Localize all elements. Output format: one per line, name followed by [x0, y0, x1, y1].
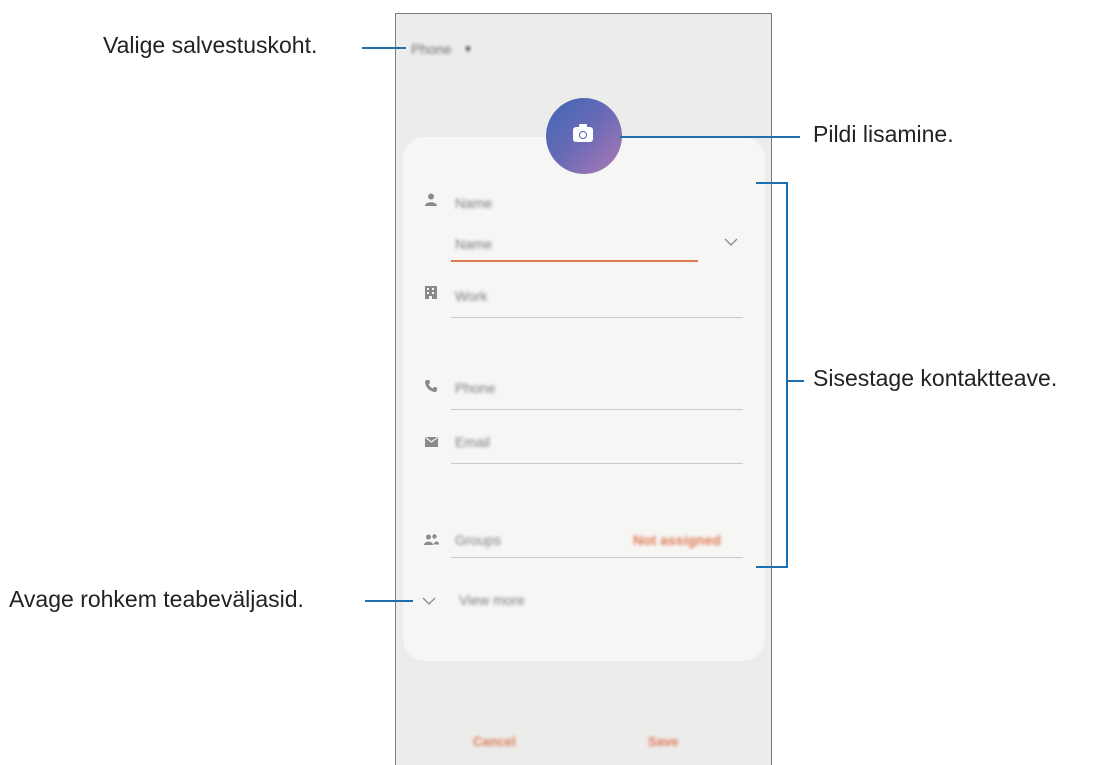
name-input-underline — [451, 260, 698, 262]
work-underline — [451, 317, 743, 318]
bracket-top — [756, 182, 788, 184]
building-icon — [425, 286, 437, 302]
phone-field[interactable]: Phone — [455, 380, 495, 396]
callout-picture: Pildi lisamine. — [813, 121, 954, 147]
email-icon — [425, 435, 438, 450]
callout-line-more-fields — [365, 600, 413, 602]
phone-screen: Phone ▼ Name Name Work Phone Email Group… — [395, 13, 772, 765]
bracket-bottom — [756, 566, 788, 568]
groups-icon — [424, 533, 439, 548]
save-button[interactable]: Save — [648, 734, 678, 749]
cancel-button[interactable]: Cancel — [473, 734, 516, 749]
email-underline — [451, 463, 743, 464]
bracket-vertical — [786, 182, 788, 568]
phone-underline — [451, 409, 743, 410]
person-icon — [425, 193, 437, 209]
email-field[interactable]: Email — [455, 434, 490, 450]
groups-label[interactable]: Groups — [455, 532, 501, 548]
name-label: Name — [455, 195, 493, 211]
storage-location-selector[interactable]: Phone ▼ — [411, 41, 472, 57]
work-field[interactable]: Work — [455, 288, 487, 304]
groups-underline — [451, 557, 743, 558]
contact-form-card: Name Name Work Phone Email Groups Not as… — [403, 137, 765, 661]
groups-value[interactable]: Not assigned — [633, 532, 721, 548]
view-more-button[interactable]: View more — [459, 592, 525, 608]
dropdown-arrow-icon: ▼ — [463, 44, 473, 54]
chevron-down-icon[interactable] — [422, 594, 436, 609]
callout-contact-info: Sisestage kontaktteave. — [813, 365, 1058, 391]
callout-more-fields: Avage rohkem teabeväljasid. — [9, 586, 304, 612]
callout-line-contact-info — [786, 380, 804, 382]
camera-icon — [573, 124, 593, 142]
storage-location-label: Phone — [411, 41, 452, 57]
add-picture-button[interactable] — [546, 98, 622, 174]
name-input[interactable]: Name — [455, 236, 492, 252]
phone-icon — [425, 380, 437, 395]
chevron-down-icon[interactable] — [724, 235, 738, 250]
callout-storage: Valige salvestuskoht. — [103, 32, 318, 58]
callout-line-storage — [362, 47, 406, 49]
callout-line-picture — [620, 136, 800, 138]
